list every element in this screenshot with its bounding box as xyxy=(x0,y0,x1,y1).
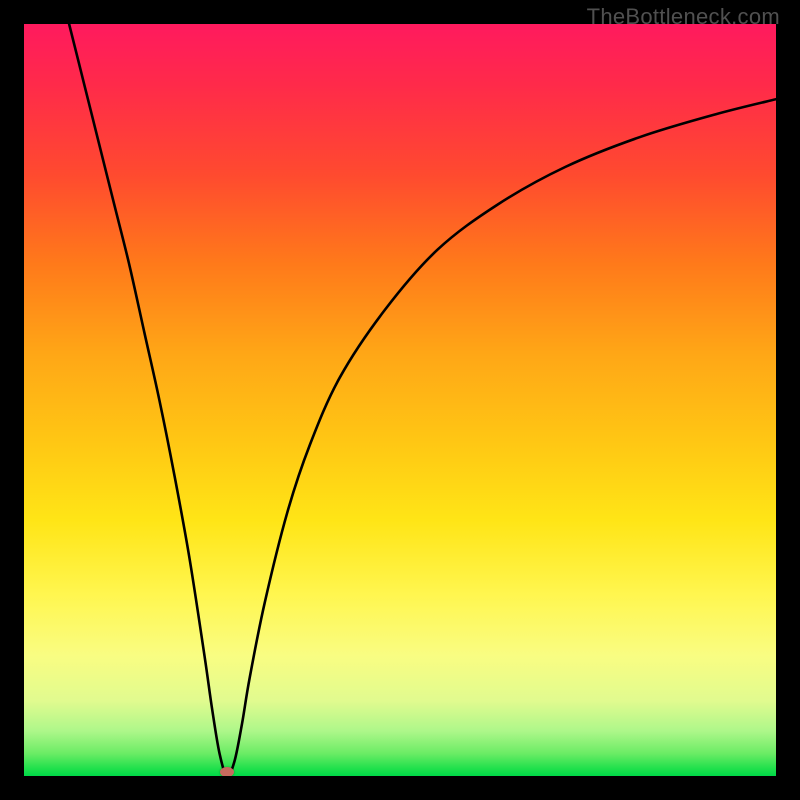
curve-layer xyxy=(24,24,776,776)
bottleneck-curve xyxy=(69,24,776,776)
minimum-marker xyxy=(220,767,234,776)
watermark-text: TheBottleneck.com xyxy=(587,4,780,30)
chart-container: TheBottleneck.com xyxy=(0,0,800,800)
plot-area xyxy=(24,24,776,776)
